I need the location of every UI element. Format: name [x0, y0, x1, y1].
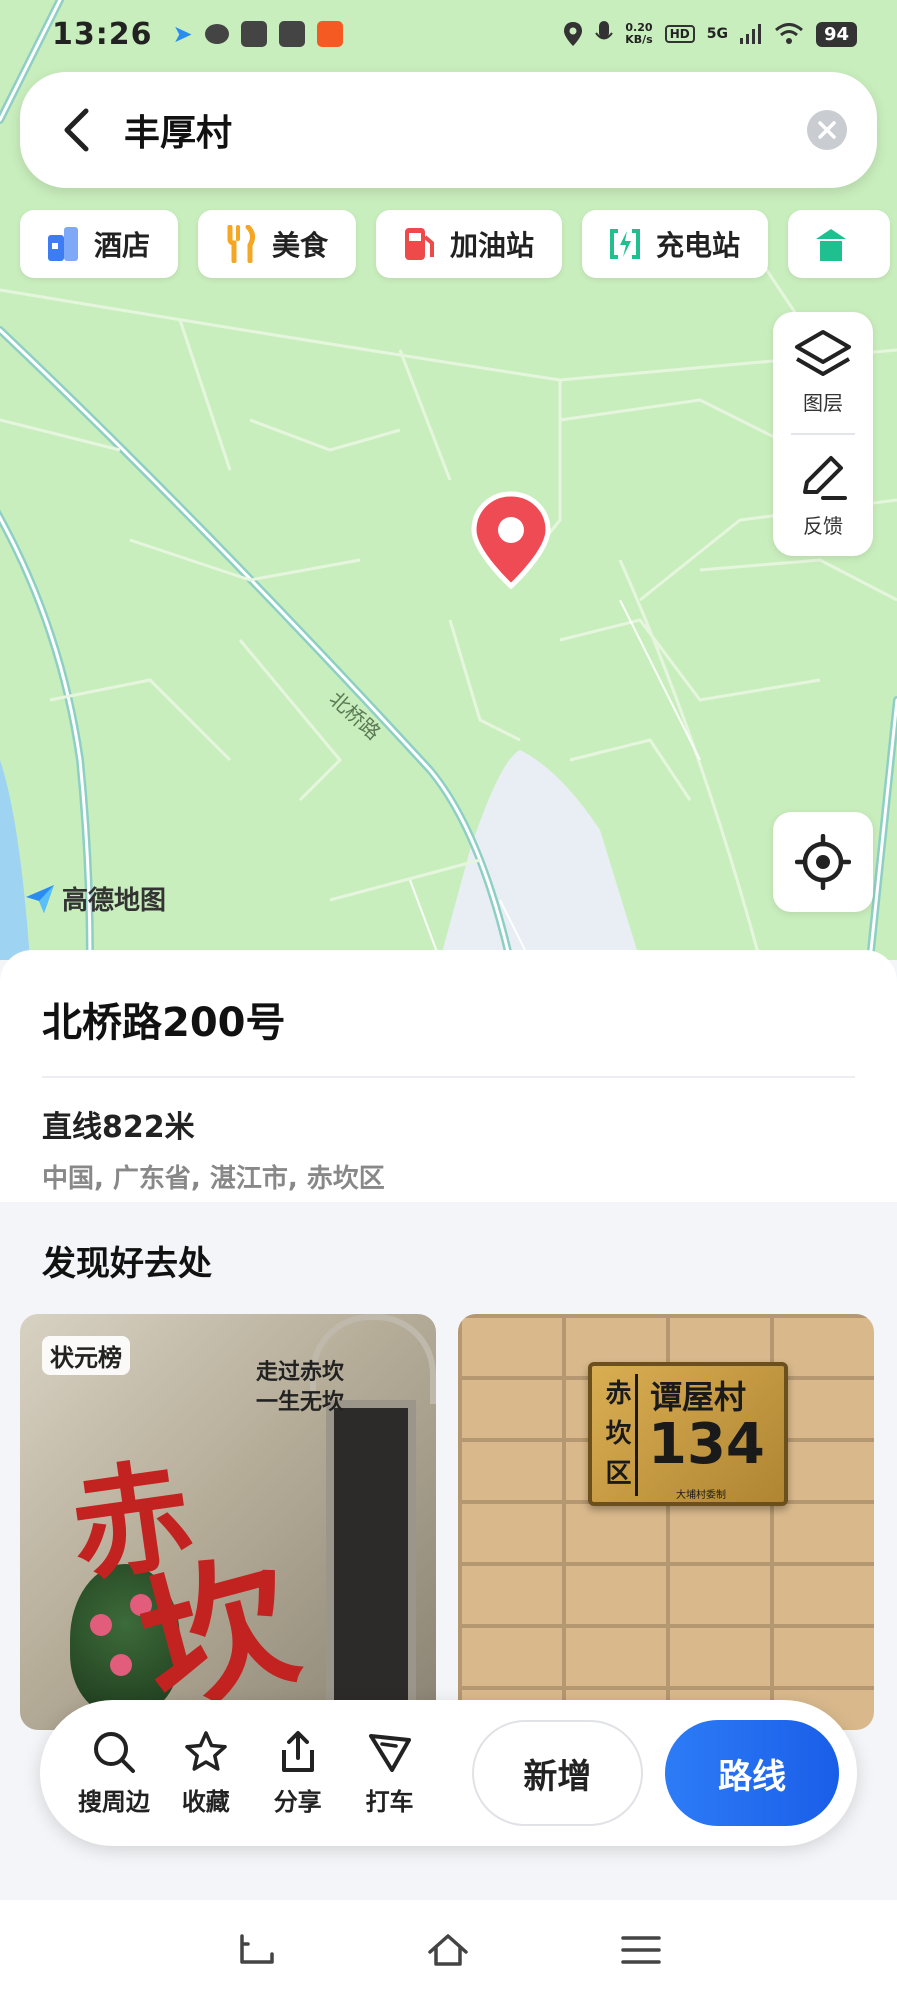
share-icon	[281, 1730, 314, 1772]
home-nav-icon[interactable]	[426, 1928, 470, 1972]
category-label: 美食	[272, 229, 329, 262]
card-flower-image	[90, 1614, 112, 1636]
place-distance: 直线822米	[42, 1110, 195, 1145]
discover-card[interactable]: 赤坎区 谭屋村 134 大埔村委制	[458, 1314, 874, 1730]
layers-label: 图层	[803, 391, 843, 415]
wifi-icon	[774, 23, 803, 44]
amap-logo-text: 高德地图	[62, 886, 167, 916]
back-button[interactable]	[56, 108, 96, 152]
back-nav-icon[interactable]	[234, 1928, 278, 1972]
layers-icon	[795, 330, 851, 376]
locate-me-button[interactable]	[773, 812, 873, 912]
feedback-pencil-icon	[803, 456, 847, 500]
feedback-label: 反馈	[803, 514, 843, 538]
category-more[interactable]	[788, 210, 891, 278]
search-nearby-label: 搜周边	[77, 1787, 150, 1816]
house-number-plate: 赤坎区 谭屋村 134 大埔村委制	[588, 1362, 788, 1506]
sheet-divider	[42, 1076, 855, 1078]
card-tag: 状元榜	[42, 1336, 130, 1375]
hotel-icon	[46, 225, 80, 263]
taxi-label: 打车	[365, 1787, 414, 1816]
taxi-icon	[368, 1733, 411, 1772]
status-bar: 13:26 ➤ 0.20 KB/s HD 5G 94	[0, 0, 897, 68]
hd-badge: HD	[664, 25, 695, 43]
scenic-spot-icon	[814, 225, 848, 263]
microphone-icon	[595, 21, 614, 40]
card-slogan-line: 一生无坎	[255, 1390, 344, 1415]
cell-signal-icon	[739, 24, 761, 44]
plate-district: 赤坎区	[602, 1374, 638, 1496]
food-icon	[224, 225, 258, 263]
card-flower-image	[110, 1654, 132, 1676]
layers-button[interactable]: 图层	[773, 312, 873, 433]
route-button[interactable]: 路线	[665, 1720, 840, 1826]
vivo-app-icon	[240, 21, 267, 47]
place-address: 中国, 广东省, 湛江市, 赤坎区	[42, 1164, 385, 1194]
system-nav-bar	[0, 1900, 897, 2000]
place-title: 北桥路200号	[42, 1000, 286, 1046]
category-chips: 酒店 美食 加油站 充电站	[20, 210, 891, 278]
taxi-button[interactable]: 打车	[344, 1730, 436, 1817]
favorite-label: 收藏	[181, 1787, 230, 1816]
clear-search-button[interactable]	[807, 110, 847, 150]
app-store-icon	[316, 21, 343, 47]
app-notification-icon	[204, 24, 229, 44]
discover-card[interactable]: 赤 坎 走过赤坎 一生无坎 状元榜	[20, 1314, 436, 1730]
network-speed-unit: KB/s	[625, 33, 653, 46]
charging-station-icon	[608, 225, 642, 263]
message-app-icon	[278, 21, 305, 47]
category-gas-station[interactable]: 加油站	[376, 210, 563, 278]
bottom-action-bar: 搜周边 收藏 分享 打车 新增 路线	[40, 1700, 857, 1846]
status-indicators: 0.20 KB/s HD 5G 94	[563, 20, 857, 48]
share-button[interactable]: 分享	[252, 1730, 344, 1817]
amap-logo-icon	[26, 884, 54, 913]
plate-number: 134	[648, 1412, 765, 1477]
battery-level: 94	[815, 21, 857, 47]
category-label: 充电站	[656, 229, 741, 262]
card-slogan-line: 走过赤坎	[255, 1360, 344, 1385]
category-charging-station[interactable]: 充电站	[582, 210, 769, 278]
add-new-button[interactable]: 新增	[471, 1720, 644, 1826]
star-icon	[185, 1730, 227, 1771]
discover-heading: 发现好去处	[42, 1244, 212, 1284]
category-food[interactable]: 美食	[198, 210, 357, 278]
notification-icons: ➤	[173, 20, 343, 48]
card-door-image	[326, 1400, 416, 1730]
category-label: 酒店	[94, 229, 151, 262]
search-query[interactable]: 丰厚村	[124, 104, 232, 156]
crosshair-icon	[795, 834, 851, 890]
plate-maker: 大埔村委制	[676, 1490, 726, 1501]
share-label: 分享	[273, 1787, 322, 1816]
close-icon	[818, 121, 836, 139]
status-time: 13:26	[52, 16, 153, 52]
search-icon	[93, 1731, 135, 1773]
category-hotel[interactable]: 酒店	[20, 210, 179, 278]
place-info-sheet[interactable]: 北桥路200号 直线822米 中国, 广东省, 湛江市, 赤坎区	[0, 950, 897, 1202]
back-arrow-icon	[64, 108, 89, 152]
signal-label: 5G	[706, 26, 728, 42]
search-nearby-button[interactable]: 搜周边	[68, 1730, 160, 1817]
network-speed: 0.20 KB/s	[625, 22, 652, 46]
navigation-app-icon: ➤	[172, 20, 193, 48]
search-bar[interactable]: 丰厚村	[20, 72, 877, 188]
map-side-panel: 图层 反馈	[773, 312, 873, 556]
favorite-button[interactable]: 收藏	[160, 1730, 252, 1817]
location-status-icon	[564, 22, 583, 46]
gas-station-icon	[402, 225, 436, 263]
feedback-button[interactable]: 反馈	[773, 435, 873, 556]
menu-nav-icon[interactable]	[619, 1928, 663, 1972]
location-pin-icon[interactable]	[468, 490, 554, 590]
card-slogan: 走过赤坎 一生无坎	[194, 1358, 344, 1418]
category-label: 加油站	[450, 229, 535, 262]
discover-cards: 赤 坎 走过赤坎 一生无坎 状元榜 赤坎区 谭屋村 134 大埔村委制	[20, 1314, 874, 1730]
amap-logo: 高德地图	[24, 880, 166, 917]
